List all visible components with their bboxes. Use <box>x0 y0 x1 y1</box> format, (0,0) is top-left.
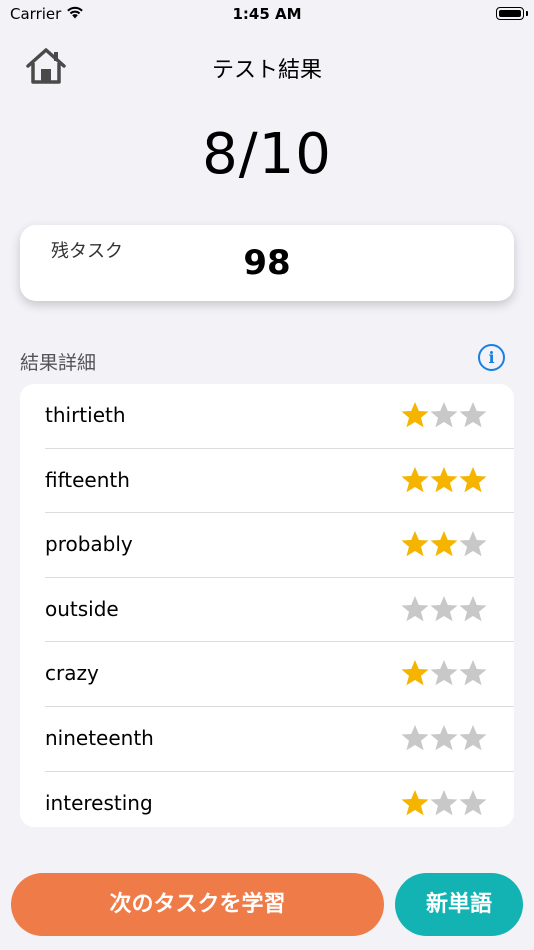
next-task-button[interactable]: 次のタスクを学習 <box>11 873 384 936</box>
star-empty-icon <box>459 402 487 428</box>
star-filled-icon <box>459 466 487 492</box>
star-empty-icon <box>459 789 487 815</box>
star-filled-icon <box>401 789 429 815</box>
results-section-title: 結果詳細 <box>20 352 97 374</box>
star-empty-icon <box>430 595 458 622</box>
info-icon: i <box>488 348 495 367</box>
star-filled-icon <box>430 466 458 492</box>
star-rating <box>400 529 490 559</box>
star-empty-icon <box>430 789 458 815</box>
star-empty-icon <box>430 402 458 428</box>
star-empty-icon <box>459 660 487 686</box>
star-rating <box>400 658 490 688</box>
result-word: probably <box>45 532 133 557</box>
star-rating <box>400 594 490 624</box>
result-row[interactable]: fifteenth <box>45 449 514 514</box>
result-row[interactable]: thirtieth <box>45 384 514 449</box>
result-word: fifteenth <box>45 467 130 492</box>
star-empty-icon <box>430 660 458 686</box>
score-display: 8/10 <box>202 122 332 187</box>
star-empty-icon <box>459 531 487 557</box>
star-filled-icon <box>401 660 429 686</box>
clock: 1:45 AM <box>232 5 302 23</box>
star-empty-icon <box>459 725 487 751</box>
star-filled-icon <box>401 531 429 557</box>
remaining-tasks-card: 残タスク 98 <box>20 225 514 301</box>
star-empty-icon <box>401 595 429 622</box>
result-word: interesting <box>45 790 153 815</box>
star-filled-icon <box>401 402 429 428</box>
result-row[interactable]: probably <box>45 513 514 578</box>
result-row[interactable]: interesting <box>45 772 514 827</box>
result-row[interactable]: crazy <box>45 642 514 707</box>
star-empty-icon <box>430 725 458 751</box>
result-row[interactable]: outside <box>45 578 514 643</box>
results-list: thirtieth fifteenth probably outside crazy ni… <box>20 384 514 827</box>
result-word: thirtieth <box>45 403 126 427</box>
status-bar: Carrier 1:45 AM <box>0 0 534 30</box>
star-empty-icon <box>401 725 429 751</box>
star-empty-icon <box>459 595 487 622</box>
battery-icon <box>496 7 528 20</box>
result-row[interactable]: nineteenth <box>45 707 514 772</box>
result-word: crazy <box>45 661 99 686</box>
remaining-tasks-value: 98 <box>243 243 291 283</box>
info-button[interactable]: i <box>478 344 505 371</box>
star-filled-icon <box>401 466 429 492</box>
page-title: テスト結果 <box>211 58 322 83</box>
result-word: nineteenth <box>45 726 154 750</box>
star-rating <box>400 788 490 818</box>
new-words-button[interactable]: 新単語 <box>395 873 523 936</box>
star-rating <box>400 723 490 753</box>
result-word: outside <box>45 596 119 621</box>
star-rating <box>400 465 490 495</box>
star-rating <box>400 400 490 430</box>
star-filled-icon <box>430 531 458 557</box>
